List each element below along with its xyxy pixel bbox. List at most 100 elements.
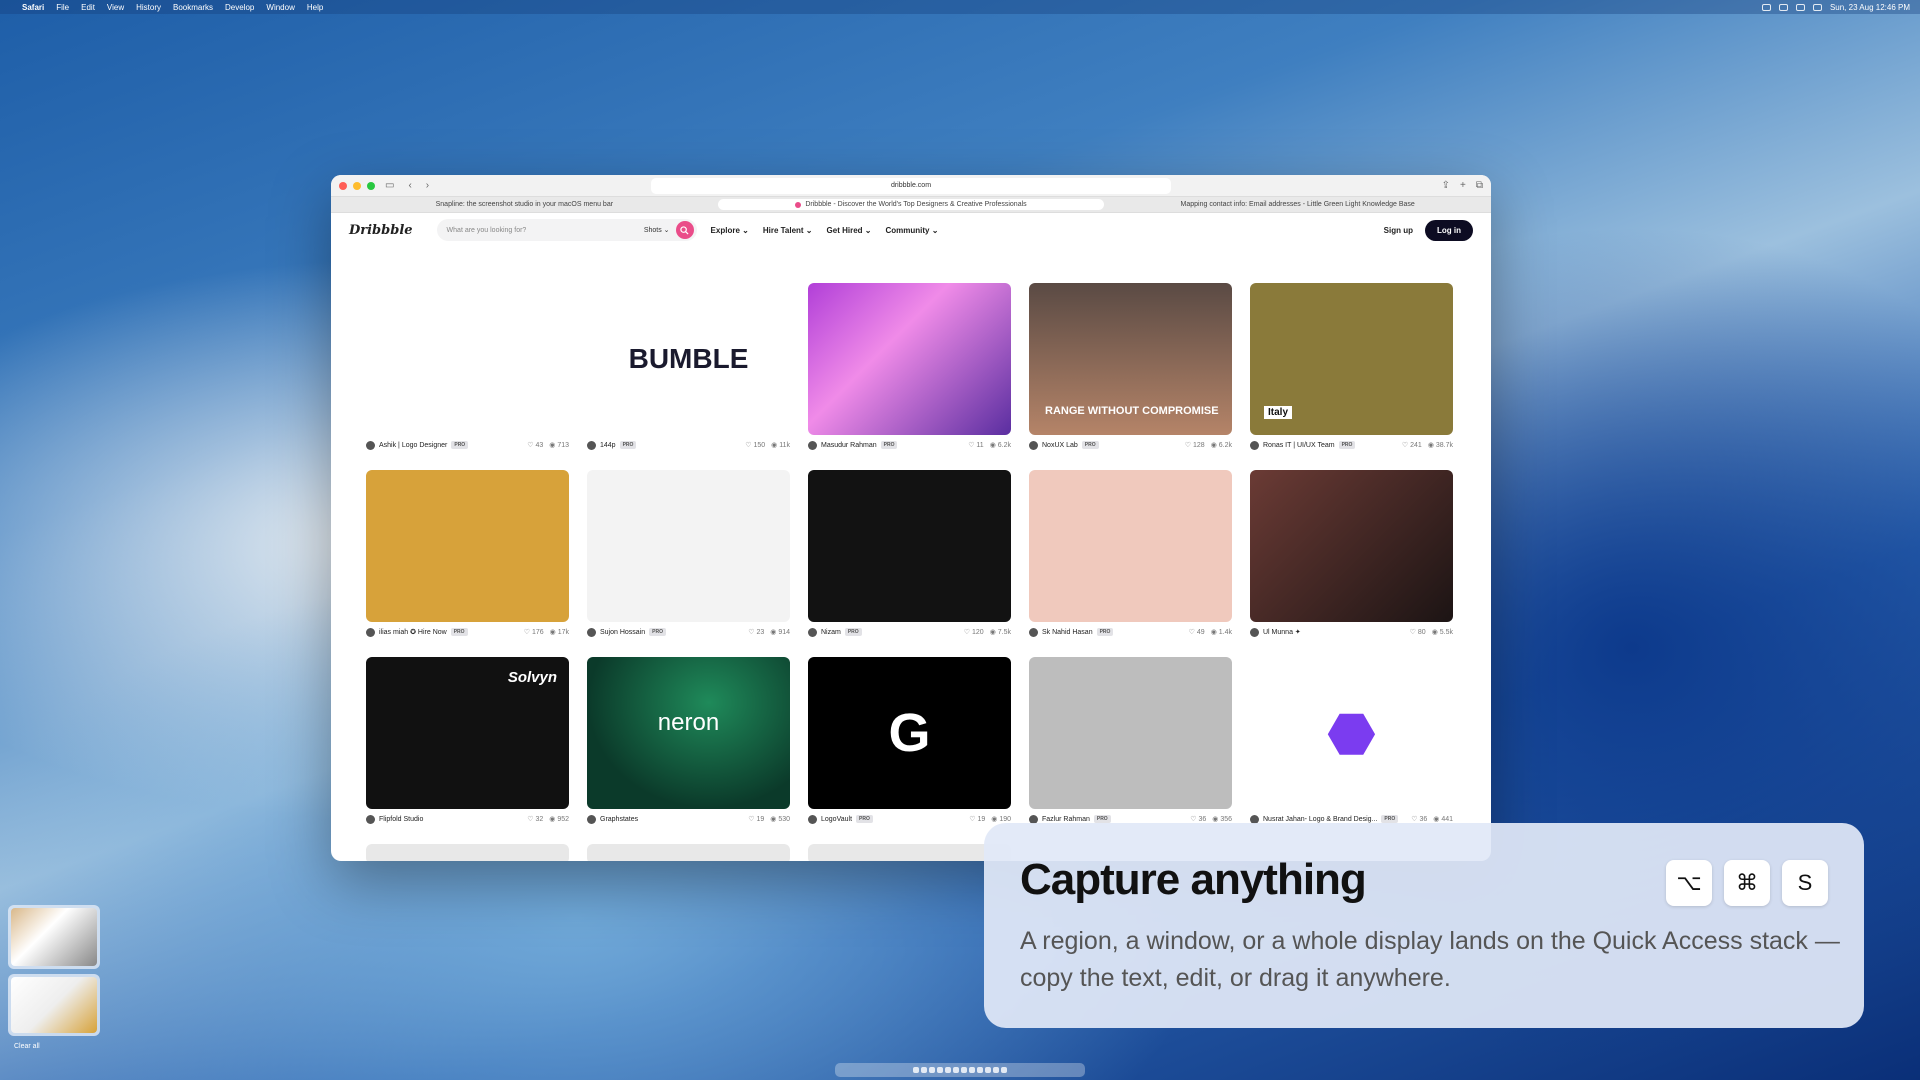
avatar[interactable]	[808, 440, 817, 450]
author-name[interactable]: Nizam	[821, 629, 841, 636]
shot-thumbnail[interactable]: Italy	[1250, 283, 1453, 435]
shot-card[interactable]	[366, 844, 569, 861]
back-arrow-icon[interactable]: ‹	[404, 180, 415, 191]
like-count[interactable]: 43	[527, 441, 543, 449]
dock-app-icon[interactable]	[913, 1067, 919, 1073]
shot-thumbnail[interactable]: ⬣	[1250, 657, 1453, 809]
dock-app-icon[interactable]	[945, 1067, 951, 1073]
avatar[interactable]	[587, 440, 596, 450]
shot-card[interactable]: Sk Nahid HasanPRO 49 1.4k	[1029, 470, 1232, 637]
menu-develop[interactable]: Develop	[225, 3, 254, 12]
quick-access-thumbnail[interactable]	[8, 905, 100, 969]
author-name[interactable]: Flipfold Studio	[379, 816, 423, 823]
dock-app-icon[interactable]	[985, 1067, 991, 1073]
minimize-window-button[interactable]	[353, 181, 361, 190]
shot-thumbnail[interactable]	[808, 470, 1011, 622]
avatar[interactable]	[1250, 440, 1259, 450]
like-count[interactable]: 19	[748, 815, 764, 823]
dock-app-icon[interactable]	[977, 1067, 983, 1073]
dock-app-icon[interactable]	[961, 1067, 967, 1073]
menu-edit[interactable]: Edit	[81, 3, 95, 12]
shot-thumbnail[interactable]: RANGE WITHOUT COMPROMISE	[1029, 283, 1232, 435]
search-button[interactable]	[675, 221, 694, 239]
avatar[interactable]	[366, 440, 375, 450]
avatar[interactable]	[587, 627, 596, 637]
shot-thumbnail[interactable]	[808, 844, 1011, 861]
author-name[interactable]: Fazlur Rahman	[1042, 816, 1090, 823]
avatar[interactable]	[1029, 627, 1038, 637]
like-count[interactable]: 32	[527, 815, 543, 823]
menu-help[interactable]: Help	[307, 3, 323, 12]
login-button[interactable]: Log in	[1425, 219, 1473, 241]
shot-card[interactable]: Ashik | Logo Designer PRO 43 713	[366, 283, 569, 450]
avatar[interactable]	[366, 627, 375, 637]
tab-lgl[interactable]: Mapping contact info: Email addresses - …	[1104, 197, 1491, 212]
author-name[interactable]: 144p	[600, 442, 616, 449]
status-icon[interactable]	[1778, 3, 1788, 11]
close-window-button[interactable]	[339, 181, 347, 190]
shot-thumbnail[interactable]	[808, 283, 1011, 435]
shot-card[interactable]: G LogoVault PRO 19 190	[808, 657, 1011, 824]
new-tab-icon[interactable]: +	[1460, 180, 1466, 191]
author-name[interactable]: Masudur Rahman	[821, 442, 877, 449]
dock-app-icon[interactable]	[1001, 1067, 1007, 1073]
tab-dribbble[interactable]: Dribbble - Discover the World's Top Desi…	[717, 199, 1105, 210]
forward-arrow-icon[interactable]: ›	[422, 180, 433, 191]
author-name[interactable]: ilias miah ✪ Hire Now	[379, 628, 447, 636]
shot-card[interactable]: NizamPRO 120 7.5k	[808, 470, 1011, 637]
avatar[interactable]	[1029, 440, 1038, 450]
dock-app-icon[interactable]	[953, 1067, 959, 1073]
tab-overview-icon[interactable]: ⧉	[1476, 180, 1483, 191]
battery-icon[interactable]	[1795, 3, 1805, 11]
shot-card[interactable]: Ul Munna ✦ 80 5.5k	[1250, 470, 1453, 637]
shot-thumbnail[interactable]	[366, 470, 569, 622]
author-name[interactable]: Sujon Hossain	[600, 629, 645, 636]
dock-app-icon[interactable]	[929, 1067, 935, 1073]
shot-card[interactable]	[587, 844, 790, 861]
like-count[interactable]: 36	[1411, 815, 1427, 823]
author-name[interactable]: Graphstates	[600, 816, 638, 823]
nav-community[interactable]: Community ⌄	[885, 226, 938, 235]
nav-get-hired[interactable]: Get Hired ⌄	[827, 226, 872, 235]
like-count[interactable]: 120	[964, 628, 984, 636]
avatar[interactable]	[808, 627, 817, 637]
like-count[interactable]: 150	[745, 441, 765, 449]
like-count[interactable]: 128	[1185, 441, 1205, 449]
nav-hire-talent[interactable]: Hire Talent ⌄	[763, 226, 813, 235]
author-name[interactable]: NoxUX Lab	[1042, 442, 1078, 449]
shot-card[interactable]: Masudur RahmanPRO 11 6.2k	[808, 283, 1011, 450]
dribbble-logo[interactable]: Dribbble	[349, 223, 413, 238]
menu-bookmarks[interactable]: Bookmarks	[173, 3, 213, 12]
avatar[interactable]	[1250, 627, 1259, 637]
signup-link[interactable]: Sign up	[1384, 226, 1413, 235]
like-count[interactable]: 176	[524, 628, 544, 636]
dock-app-icon[interactable]	[969, 1067, 975, 1073]
shot-card[interactable]: BUMBLE 144pPRO 150 11k	[587, 283, 790, 450]
shot-thumbnail[interactable]	[366, 283, 569, 435]
shot-card[interactable]: Fazlur RahmanPRO 36 356	[1029, 657, 1232, 824]
author-name[interactable]: LogoVault	[821, 816, 852, 823]
dock-app-icon[interactable]	[921, 1067, 927, 1073]
like-count[interactable]: 23	[748, 628, 764, 636]
avatar[interactable]	[587, 814, 596, 824]
shot-card[interactable]: Italy Ronas IT | UI/UX TeamPRO 241 38.7k	[1250, 283, 1453, 450]
shot-card[interactable]	[808, 844, 1011, 861]
shot-thumbnail[interactable]: Solvyn	[366, 657, 569, 809]
shot-thumbnail[interactable]	[587, 844, 790, 861]
tab-snapline[interactable]: Snapline: the screenshot studio in your …	[331, 197, 718, 212]
search-input[interactable]: What are you looking for?	[447, 227, 644, 234]
status-icon[interactable]	[1761, 3, 1771, 11]
like-count[interactable]: 36	[1190, 815, 1206, 823]
shot-card[interactable]: Solvyn Flipfold Studio 32 952	[366, 657, 569, 824]
nav-explore[interactable]: Explore ⌄	[711, 226, 749, 235]
avatar[interactable]	[808, 814, 817, 824]
menu-file[interactable]: File	[56, 3, 69, 12]
shot-thumbnail[interactable]	[366, 844, 569, 861]
search-filter-dropdown[interactable]: Shots ⌄	[644, 226, 670, 234]
menu-clock[interactable]: Sun, 23 Aug 12:46 PM	[1830, 3, 1910, 12]
avatar[interactable]	[366, 814, 375, 824]
author-name[interactable]: Sk Nahid Hasan	[1042, 629, 1093, 636]
dock-app-icon[interactable]	[993, 1067, 999, 1073]
shot-card[interactable]: ilias miah ✪ Hire NowPRO 176 17k	[366, 470, 569, 637]
sidebar-toggle-icon[interactable]: ▭	[381, 180, 398, 191]
